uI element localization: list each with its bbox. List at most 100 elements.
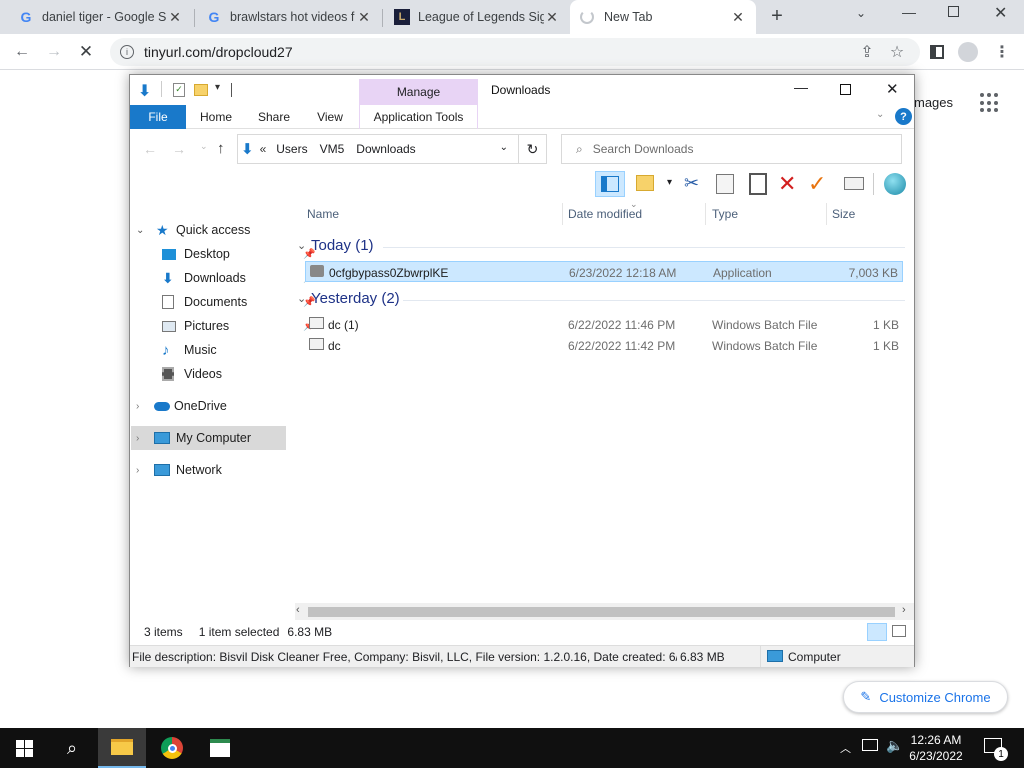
browser-tab-2[interactable]: G brawlstars hot videos f ✕ [196,0,382,34]
cut-icon[interactable]: ✂ [684,173,699,194]
column-size[interactable]: Size [832,207,855,221]
close-window-icon[interactable]: ✕ [886,80,899,98]
globe-icon[interactable] [884,173,906,195]
side-panel-icon[interactable] [927,42,947,62]
delete-icon[interactable]: ✕ [778,171,796,197]
app-taskbar-icon[interactable] [196,728,244,768]
nav-quick-access[interactable]: ⌄ ★ Quick access [136,219,250,241]
nav-item-desktop[interactable]: Desktop 📌 [162,243,315,265]
back-icon[interactable]: ← [143,141,157,157]
dropdown-icon[interactable]: ▾ [215,82,220,93]
start-button[interactable] [0,728,48,768]
tab-file[interactable]: File [130,105,186,129]
nav-network[interactable]: › Network [136,459,222,481]
recent-locations-icon[interactable]: ⌄ [200,141,208,152]
tab-share[interactable]: Share [246,105,302,129]
properties-icon[interactable]: ✓ [173,83,185,97]
file-explorer-taskbar-icon[interactable] [98,728,146,768]
scroll-left-icon[interactable]: ‹ [296,604,300,616]
back-icon[interactable]: ← [12,42,32,62]
minimize-icon[interactable]: — [902,4,916,20]
new-item-dropdown-icon[interactable]: ▾ [667,177,672,188]
file-row-selected[interactable]: 0cfgbypass0ZbwrplKE 6/23/2022 12:18 AM A… [305,261,903,282]
chevron-down-icon[interactable]: ⌄ [297,239,311,252]
stop-icon[interactable]: ✕ [76,42,96,62]
bookmark-star-icon[interactable]: ☆ [887,42,907,62]
nav-item-videos[interactable]: Videos [162,363,222,385]
new-tab-button[interactable]: + [766,5,788,27]
browser-tab-1[interactable]: G daniel tiger - Google S ✕ [8,0,193,34]
group-yesterday[interactable]: ⌄ Yesterday (2) [297,290,400,307]
profile-avatar-icon[interactable] [958,42,978,62]
scroll-thumb[interactable] [308,607,895,617]
share-icon[interactable]: ⇪ [857,42,877,62]
tab-search-icon[interactable]: ⌄ [856,6,866,20]
tab-view[interactable]: View [304,105,356,129]
download-arrow-icon[interactable]: ⬇ [138,81,151,101]
omnibox[interactable]: i tinyurl.com/dropcloud27 [110,38,920,66]
group-today[interactable]: ⌄ Today (1) [297,237,374,254]
close-tab-icon[interactable]: ✕ [730,9,746,26]
maximize-icon[interactable] [840,84,851,95]
scroll-right-icon[interactable]: › [902,604,906,616]
minimize-icon[interactable]: — [794,79,808,95]
folder-icon[interactable] [194,84,208,96]
horizontal-scrollbar[interactable]: ‹ › [295,603,914,620]
nav-onedrive[interactable]: › OneDrive [136,395,227,417]
breadcrumb-overflow[interactable]: « [260,142,267,156]
google-apps-icon[interactable] [980,93,1000,113]
images-link[interactable]: mages [914,95,953,110]
nav-item-documents[interactable]: Documents 📌 [162,291,315,313]
chevron-down-icon[interactable]: ⌄ [297,292,311,305]
preview-pane-icon[interactable] [595,171,625,197]
tab-home[interactable]: Home [188,105,244,129]
large-icons-view-icon[interactable] [892,625,906,637]
chevron-right-icon[interactable]: › [136,433,152,444]
close-window-icon[interactable]: ✕ [994,3,1007,23]
column-name[interactable]: Name [307,207,339,221]
close-tab-icon[interactable]: ✕ [167,9,183,26]
chevron-right-icon[interactable]: › [136,465,152,476]
clock[interactable]: 12:26 AM 6/23/2022 [906,732,966,764]
customize-chrome-button[interactable]: ✎ Customize Chrome [843,681,1008,713]
address-bar[interactable]: ⬇ « Users VM5 Downloads ⌄ ↻ [237,134,547,164]
volume-icon[interactable]: 🔈 [886,737,903,754]
chevron-down-icon[interactable]: ⌄ [136,225,152,236]
forward-icon[interactable]: → [172,141,186,157]
column-date[interactable]: Date modified [568,207,642,221]
address-dropdown-icon[interactable]: ⌄ [500,142,508,153]
breadcrumb-users[interactable]: Users [276,142,307,156]
search-box[interactable]: ⌕ Search Downloads [561,134,902,164]
details-view-icon[interactable] [867,623,887,641]
close-tab-icon[interactable]: ✕ [356,9,372,26]
nav-item-pictures[interactable]: Pictures 📌 [162,315,315,337]
nav-item-downloads[interactable]: ⬇ Downloads 📌 [162,267,315,289]
paste-icon[interactable] [749,173,767,195]
restore-icon[interactable] [948,6,959,17]
breadcrumb-downloads[interactable]: Downloads [356,142,415,156]
new-folder-icon[interactable] [636,175,654,191]
forward-icon[interactable]: → [44,42,64,62]
column-type[interactable]: Type [712,207,738,221]
nav-my-computer[interactable]: › My Computer [131,426,286,450]
network-status-icon[interactable] [862,739,878,751]
breadcrumb-vm5[interactable]: VM5 [320,142,345,156]
chrome-menu-icon[interactable]: ⋮ [992,42,1012,62]
tab-application-tools[interactable]: Application Tools [359,105,478,129]
refresh-icon[interactable]: ↻ [518,135,546,163]
file-row[interactable]: dc (1) 6/22/2022 11:46 PM Windows Batch … [305,314,903,335]
browser-tab-3[interactable]: L League of Legends Sig ✕ [384,0,570,34]
site-info-icon[interactable]: i [120,45,134,59]
show-hidden-icons-icon[interactable]: ︿ [840,740,851,756]
nav-item-music[interactable]: ♪ Music [162,339,217,361]
checkmark-icon[interactable]: ✓ [808,171,826,197]
browser-tab-active[interactable]: New Tab ✕ [570,0,756,34]
close-tab-icon[interactable]: ✕ [544,9,560,26]
help-icon[interactable]: ? [895,108,912,125]
file-row[interactable]: dc 6/22/2022 11:42 PM Windows Batch File… [305,335,903,356]
up-icon[interactable]: ↑ [217,140,225,157]
chevron-right-icon[interactable]: › [136,401,152,412]
rename-icon[interactable] [844,177,864,190]
expand-ribbon-icon[interactable]: ⌄ [876,109,884,120]
search-icon[interactable]: ⌕ [48,728,96,768]
